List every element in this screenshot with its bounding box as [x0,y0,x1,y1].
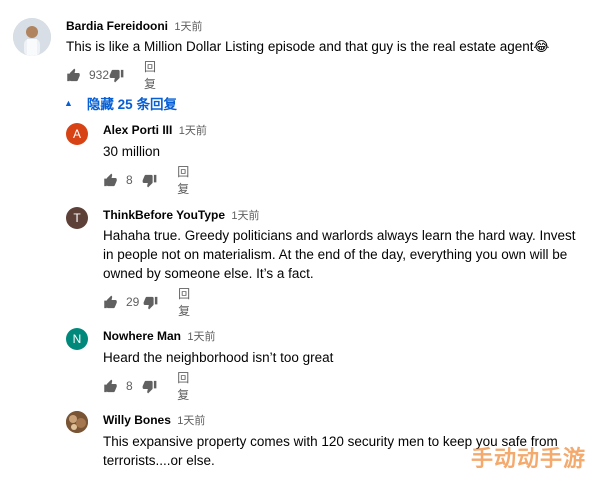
timestamp[interactable]: 1天前 [231,210,259,222]
comment-header: Willy Bones 1天前 [103,412,205,428]
hide-replies-label: 隐藏 25 条回复 [86,97,177,112]
comment-actions: 29 回复 [103,287,196,318]
comment-header: ThinkBefore YouType 1天前 [103,207,259,223]
avatar-letter: A [72,127,81,141]
comments-section: Bardia Fereidooni 1天前 This is like a Mil… [0,0,594,481]
timestamp[interactable]: 1天前 [187,331,215,343]
thumbs-up-icon[interactable] [66,68,81,83]
reply-button[interactable]: 回复 [178,285,196,319]
thumbs-up-icon[interactable] [103,379,118,394]
reply-button[interactable]: 回复 [144,58,162,92]
thumbs-down-icon[interactable] [143,295,158,310]
comment-header: Nowhere Man 1天前 [103,328,215,344]
comment-text: Heard the neighborhood isn’t too great [103,350,334,365]
comment-text: This is like a Million Dollar Listing ep… [66,39,550,54]
person-avatar-image [13,18,51,56]
author-name[interactable]: Bardia Fereidooni [66,19,168,33]
reply-button[interactable]: 回复 [177,163,195,197]
timestamp[interactable]: 1天前 [177,415,205,427]
comment-header: Bardia Fereidooni 1天前 [66,18,203,34]
author-name[interactable]: Nowhere Man [103,329,181,343]
reply-button[interactable]: 回复 [177,369,195,403]
like-count: 8 [126,173,133,187]
comment-actions: 8 回复 [103,371,195,402]
watermark: 手动动手游 [470,446,586,471]
thumbs-up-icon[interactable] [103,173,118,188]
chevron-up-icon: ▲ [64,98,73,108]
avatar-letter: T [73,211,81,225]
hide-replies-button[interactable]: ▲ 隐藏 25 条回复 [64,93,177,113]
timestamp[interactable]: 1天前 [174,21,202,33]
comment-header: Alex Porti III 1天前 [103,122,207,138]
thumbs-down-icon[interactable] [109,68,124,83]
author-name[interactable]: Willy Bones [103,413,171,427]
like-count: 932 [89,68,110,82]
thumbs-down-icon[interactable] [142,379,157,394]
avatar[interactable] [66,411,88,433]
like-count: 8 [126,379,133,393]
comment-actions: 932 回复 [66,60,162,91]
author-name[interactable]: ThinkBefore YouType [103,208,225,222]
thumbs-down-icon[interactable] [142,173,157,188]
avatar[interactable]: A [66,123,88,145]
timestamp[interactable]: 1天前 [179,125,207,137]
comment-text: 30 million [103,144,161,159]
comment-text: Hahaha true. Greedy politicians and warl… [103,228,576,281]
avatar[interactable]: N [66,328,88,350]
avatar[interactable]: T [66,207,88,229]
author-name[interactable]: Alex Porti III [103,123,172,137]
comment-actions: 8 回复 [103,165,195,196]
like-count: 29 [126,295,140,309]
avatar-image [66,411,88,433]
avatar[interactable] [13,18,51,56]
thumbs-up-icon[interactable] [103,295,118,310]
avatar-letter: N [72,332,82,346]
